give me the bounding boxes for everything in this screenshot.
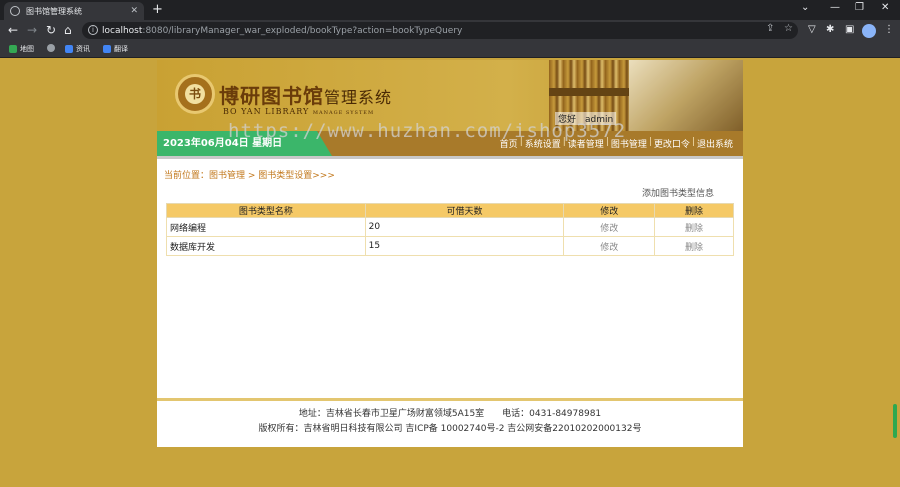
table-row: 网络编程 20 修改 删除	[166, 217, 734, 237]
table-row: 数据库开发 15 修改 删除	[166, 236, 734, 256]
share-icon[interactable]: ⇪	[766, 23, 774, 34]
delete-link[interactable]: 删除	[654, 217, 734, 237]
url-path: :8080/libraryManager_war_exploded/bookTy…	[142, 25, 463, 36]
table-header-row: 图书类型名称 可借天数 修改 删除	[166, 203, 734, 218]
globe-icon	[47, 44, 55, 52]
bookmarks-bar: 地图 资讯 翻译	[0, 41, 900, 58]
site-info-icon[interactable]: i	[88, 25, 98, 35]
logo-seal-icon: 书	[175, 74, 215, 114]
side-panel-icon[interactable]: ▣	[845, 24, 854, 35]
edit-link[interactable]: 修改	[563, 236, 656, 256]
delete-link[interactable]: 删除	[654, 236, 734, 256]
tab-search-icon[interactable]: ⌄	[801, 2, 809, 13]
nav-change-password[interactable]: 更改口令	[654, 137, 690, 150]
book-type-table: 图书类型名称 可借天数 修改 删除 网络编程 20 修改 删除 数据库开发 15…	[166, 203, 734, 256]
bookmark-map[interactable]: 地图	[9, 44, 34, 54]
menu-kebab-icon[interactable]: ⋮	[884, 24, 894, 35]
bookmark-star-icon[interactable]: ☆	[784, 23, 793, 34]
footer-copyright: 版权所有：吉林省明日科技有限公司 吉ICP备 10002740号-2 吉公网安备…	[258, 424, 642, 434]
cell-days: 15	[364, 236, 565, 256]
globe-icon	[10, 6, 20, 16]
translate-icon	[103, 45, 111, 53]
close-tab-icon[interactable]: ✕	[130, 6, 138, 16]
logo-title: 博研图书馆管理系统	[219, 84, 393, 108]
logo-subtitle: BO YAN LIBRARY MANAGE SYSTEM	[223, 107, 375, 116]
scroll-indicator[interactable]	[893, 404, 897, 438]
new-tab-icon[interactable]: +	[152, 2, 163, 18]
url-host: localhost	[102, 25, 143, 36]
back-icon[interactable]: ←	[8, 23, 18, 37]
browser-tab[interactable]: 图书馆管理系统 ✕	[4, 2, 144, 20]
breadcrumb: 当前位置：图书管理 > 图书类型设置>>>	[164, 171, 335, 181]
tab-title: 图书馆管理系统	[26, 6, 82, 16]
forward-icon[interactable]: →	[27, 23, 37, 37]
col-header-days: 可借天数	[364, 203, 565, 218]
browser-tab-bar: 图书馆管理系统 ✕ + ⌄ — ❐ ✕	[0, 0, 900, 20]
col-header-delete: 删除	[654, 203, 734, 218]
bookmark-globe[interactable]	[47, 44, 58, 52]
footer-divider	[157, 398, 743, 401]
maximize-icon[interactable]: ❐	[855, 2, 864, 13]
news-icon	[65, 45, 73, 53]
reload-icon[interactable]: ↻	[46, 23, 56, 37]
minimize-icon[interactable]: —	[830, 2, 840, 13]
bookmark-news[interactable]: 资讯	[65, 44, 90, 54]
footer-address: 地址：吉林省长春市卫星广场财富领域5A15室 电话：0431-84978981	[298, 409, 602, 419]
browser-toolbar: ← → ↻ ⌂ i localhost:8080/libraryManager_…	[0, 20, 900, 41]
col-header-type-name: 图书类型名称	[166, 203, 366, 218]
edit-link[interactable]: 修改	[563, 217, 656, 237]
cell-type-name: 数据库开发	[166, 236, 366, 256]
watermark-text: https://www.huzhan.com/ishop3572	[228, 120, 627, 142]
address-bar[interactable]: i localhost:8080/libraryManager_war_expl…	[82, 22, 798, 39]
nav-logout[interactable]: 退出系统	[697, 137, 733, 150]
bookmark-label: 翻译	[114, 45, 128, 53]
home-icon[interactable]: ⌂	[64, 23, 72, 37]
cell-type-name: 网络编程	[166, 217, 366, 237]
cell-days: 20	[364, 217, 565, 237]
map-icon	[9, 45, 17, 53]
bookmark-translate[interactable]: 翻译	[103, 44, 128, 54]
profile-avatar[interactable]	[862, 24, 876, 38]
bookmark-label: 资讯	[76, 45, 90, 53]
close-window-icon[interactable]: ✕	[881, 2, 889, 13]
col-header-edit: 修改	[563, 203, 656, 218]
footer: 地址：吉林省长春市卫星广场财富领域5A15室 电话：0431-84978981 …	[157, 407, 743, 437]
extensions-puzzle-icon[interactable]: ✱	[826, 24, 834, 35]
page-content: 书 博研图书馆管理系统 BO YAN LIBRARY MANAGE SYSTEM…	[157, 60, 743, 447]
bookmark-label: 地图	[20, 45, 34, 53]
add-book-type-link[interactable]: 添加图书类型信息	[642, 186, 714, 199]
extension-v-icon[interactable]: ▽	[808, 24, 816, 35]
divider	[157, 156, 743, 159]
